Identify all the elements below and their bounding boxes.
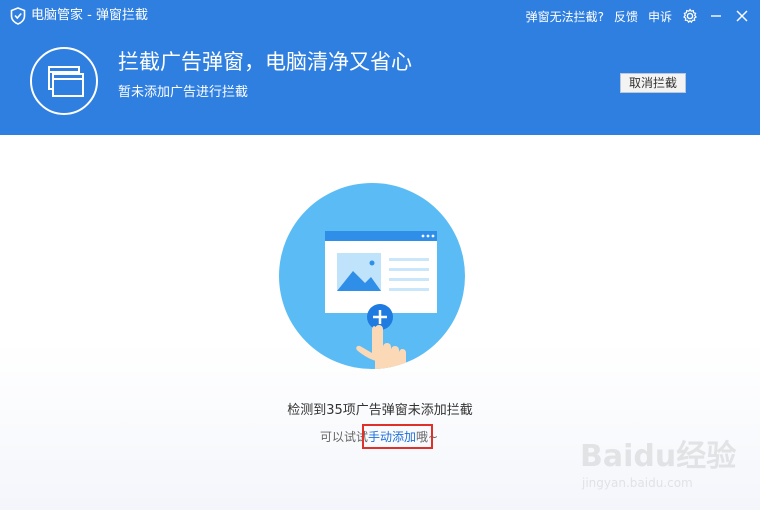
close-icon[interactable]: [734, 8, 750, 24]
window-icon: [30, 47, 98, 115]
hint-prefix: 可以试试: [320, 430, 369, 444]
watermark-url: jingyan.baidu.com: [582, 476, 693, 490]
title-actions: 弹窗无法拦截? 反馈 申诉: [526, 0, 760, 32]
header: 电脑管家 - 弹窗拦截 弹窗无法拦截? 反馈 申诉 拦截广告弹窗，电脑清净又省心…: [0, 0, 760, 135]
cancel-block-button[interactable]: 取消拦截: [620, 73, 686, 93]
status-text: 检测到35项广告弹窗未添加拦截: [287, 403, 473, 418]
hint-suffix: 哦~: [416, 430, 439, 444]
hero-title: 拦截广告弹窗，电脑清净又省心: [118, 50, 412, 74]
manual-add-link[interactable]: 手动添加: [368, 430, 416, 444]
feedback-link[interactable]: 反馈: [614, 8, 638, 25]
hint-text: 可以试试手动添加哦~: [320, 429, 438, 445]
titlebar: 电脑管家 - 弹窗拦截 弹窗无法拦截? 反馈 申诉: [0, 0, 760, 32]
minimize-icon[interactable]: [708, 8, 724, 24]
cannot-block-link[interactable]: 弹窗无法拦截?: [526, 8, 604, 25]
window-title: 电脑管家 - 弹窗拦截: [31, 8, 148, 23]
hero-subtitle: 暂未添加广告进行拦截: [118, 85, 249, 100]
app-window: 电脑管家 - 弹窗拦截 弹窗无法拦截? 反馈 申诉 拦截广告弹窗，电脑清净又省心…: [0, 0, 760, 510]
add-popup-illustration: [279, 183, 465, 369]
gear-icon[interactable]: [682, 8, 698, 24]
shield-logo-icon: [10, 7, 26, 25]
watermark: Baidu经验 jingyan.baidu.com: [580, 440, 750, 500]
watermark-brand: Baidu经验: [580, 439, 737, 474]
appeal-link[interactable]: 申诉: [648, 8, 672, 25]
